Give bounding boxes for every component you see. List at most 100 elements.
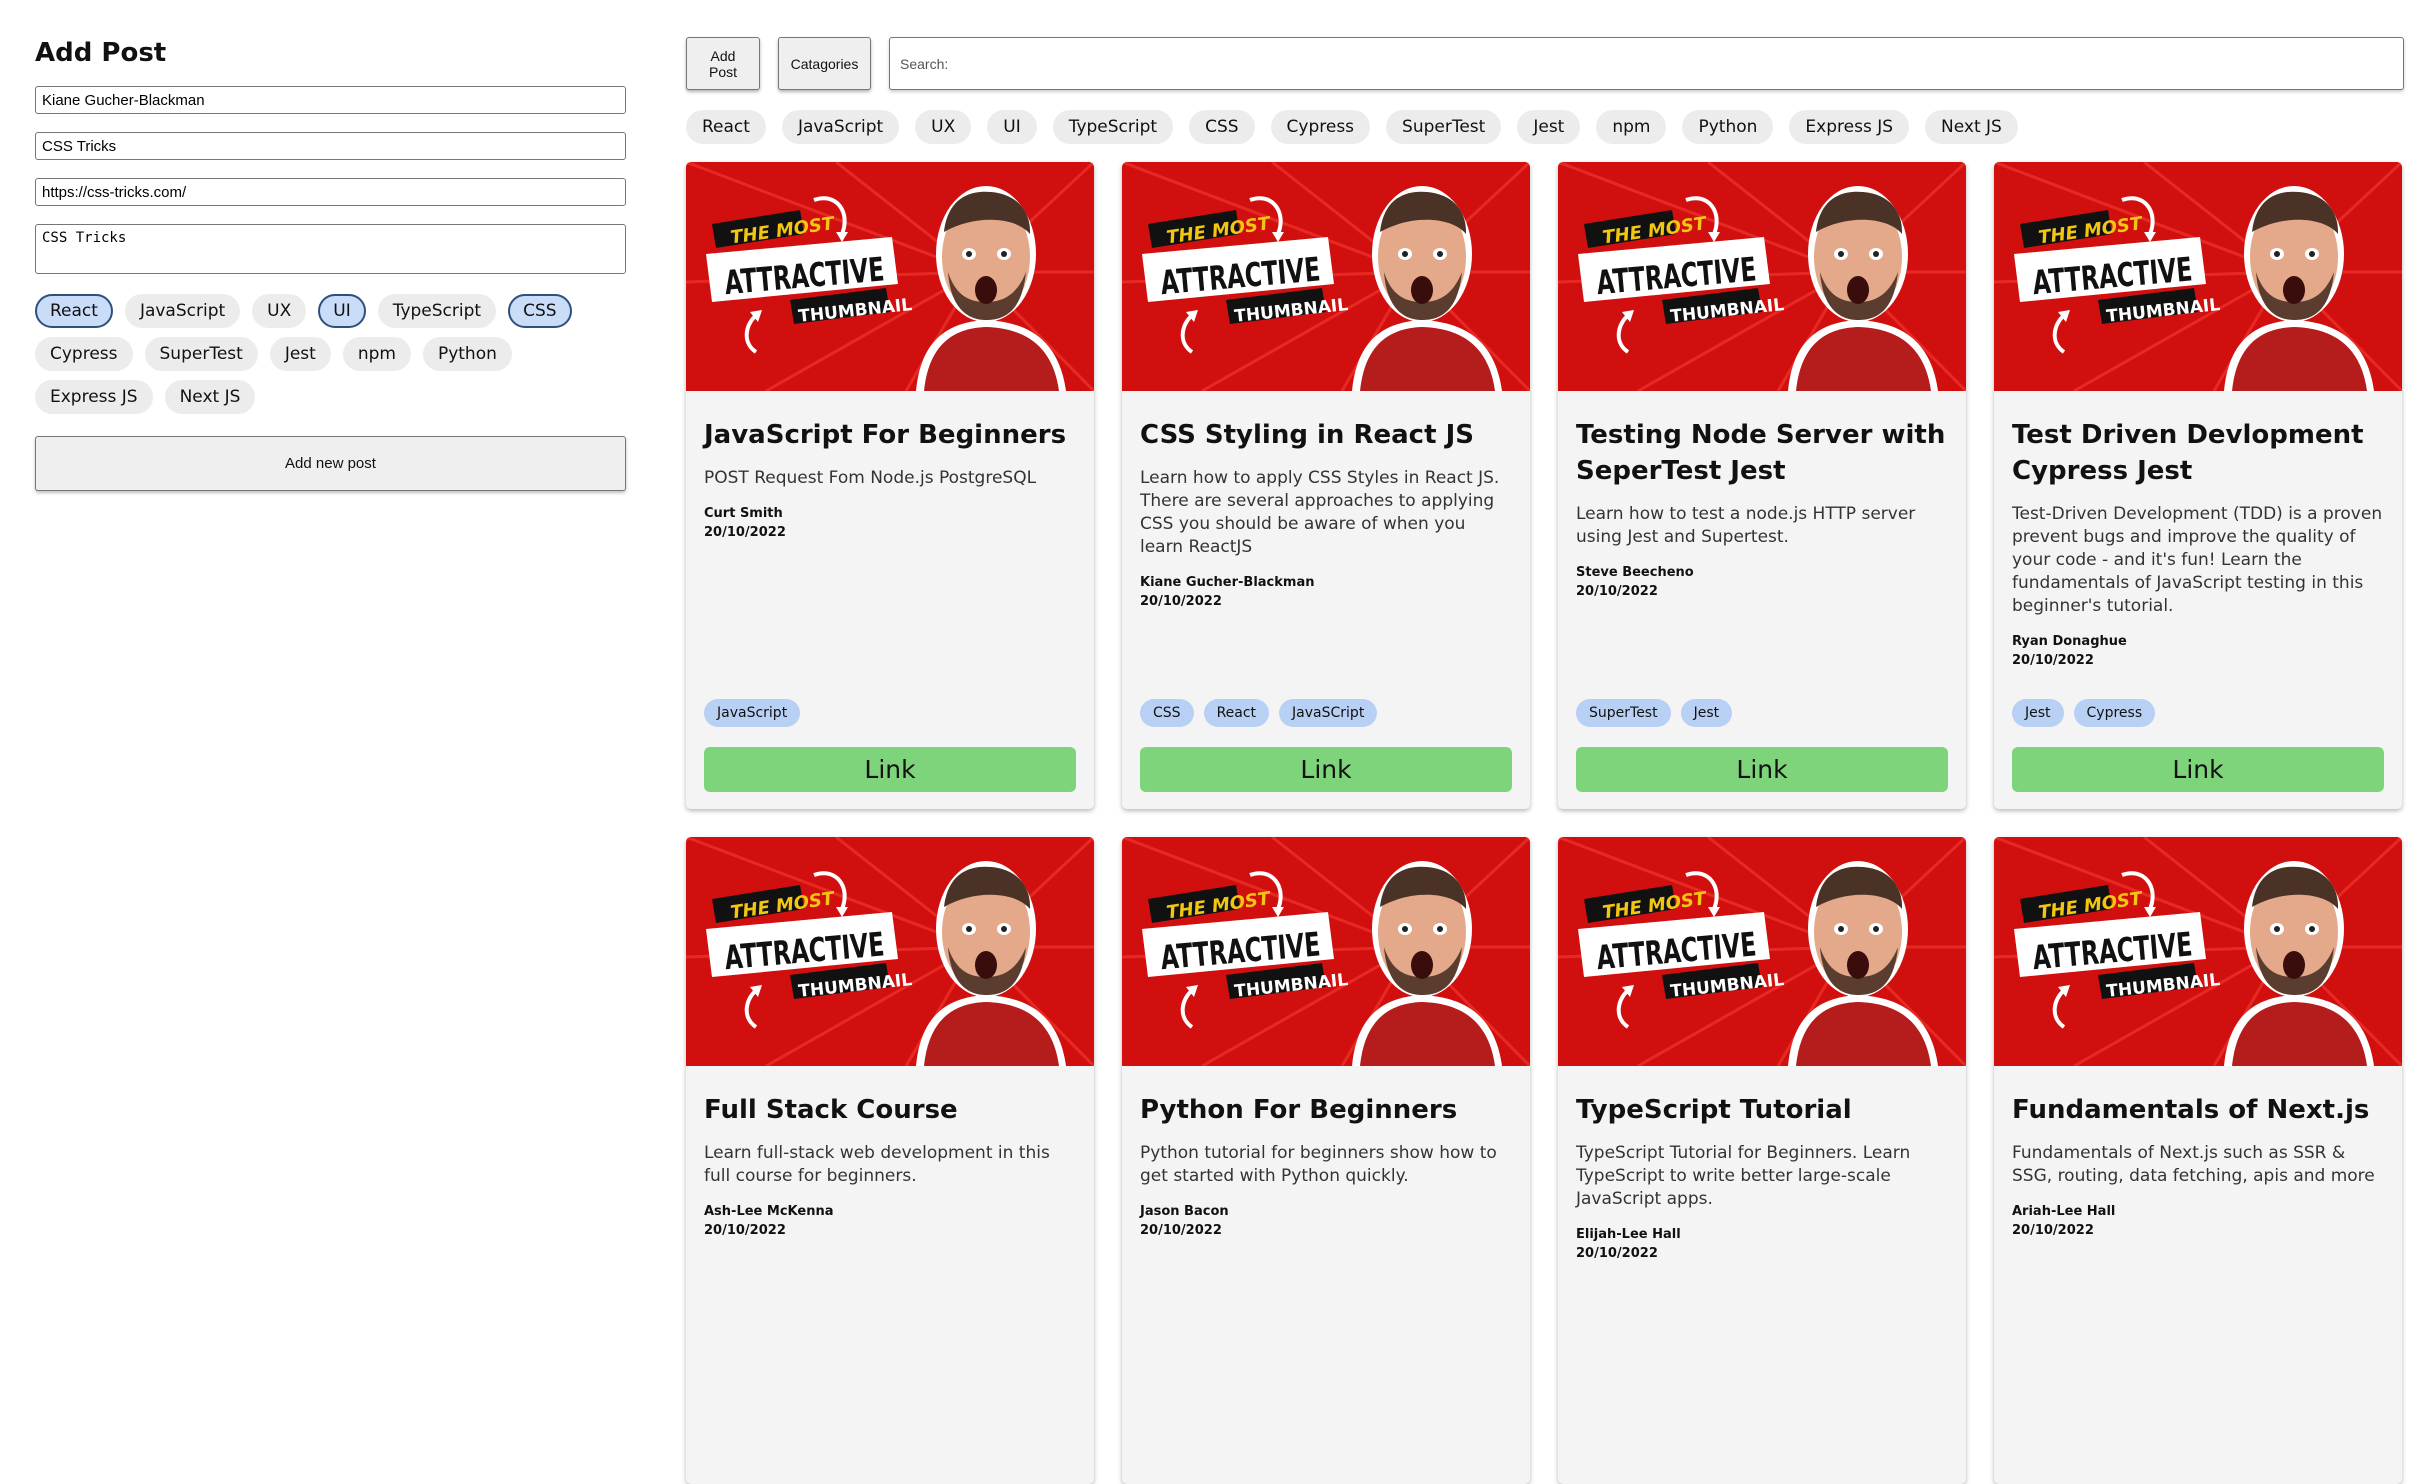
card-tag[interactable]: SuperTest bbox=[1576, 699, 1671, 727]
filter-tag-supertest[interactable]: SuperTest bbox=[1386, 110, 1502, 144]
form-tag-ux[interactable]: UX bbox=[252, 294, 307, 328]
add-new-post-button[interactable]: Add new post bbox=[35, 436, 626, 491]
form-tag-cypress[interactable]: Cypress bbox=[35, 337, 133, 371]
form-tag-typescript[interactable]: TypeScript bbox=[377, 294, 497, 328]
card-description: Test-Driven Development (TDD) is a prove… bbox=[2012, 504, 2383, 616]
card-description: Learn full-stack web development in this… bbox=[704, 1143, 1050, 1186]
post-card: THE MOST ATTRACTIVE THUMBNAIL Test Drive… bbox=[1994, 162, 2402, 809]
card-body: Testing Node Server with SeperTest Jest L… bbox=[1558, 417, 1966, 601]
form-tag-express-js[interactable]: Express JS bbox=[35, 380, 153, 414]
card-author: Jason Bacon bbox=[1140, 1204, 1229, 1219]
card-description: Fundamentals of Next.js such as SSR & SS… bbox=[2012, 1143, 2375, 1186]
filter-tag-react[interactable]: React bbox=[686, 110, 766, 144]
card-body: TypeScript Tutorial TypeScript Tutorial f… bbox=[1558, 1092, 1966, 1263]
card-tag[interactable]: JavaScript bbox=[704, 699, 801, 727]
card-description: TypeScript Tutorial for Beginners. Learn… bbox=[1576, 1143, 1911, 1209]
filter-tag-ui[interactable]: UI bbox=[987, 110, 1037, 144]
card-title: CSS Styling in React JS bbox=[1140, 420, 1474, 450]
filter-tag-npm[interactable]: npm bbox=[1596, 110, 1667, 144]
filter-tag-python[interactable]: Python bbox=[1682, 110, 1774, 144]
form-tag-javascript[interactable]: JavaScript bbox=[124, 294, 241, 328]
categories-button[interactable]: Catagories bbox=[778, 37, 871, 90]
filter-tag-javascript[interactable]: JavaScript bbox=[781, 110, 900, 144]
card-author: Steve Beecheno bbox=[1576, 565, 1694, 580]
card-tag[interactable]: Jest bbox=[1680, 699, 1733, 727]
filter-tag-cypress[interactable]: Cypress bbox=[1270, 110, 1371, 144]
card-date: 20/10/2022 bbox=[704, 1223, 786, 1238]
post-card: THE MOST ATTRACTIVE THUMBNAIL JavaScript… bbox=[686, 162, 1094, 809]
filter-tag-express-js[interactable]: Express JS bbox=[1789, 110, 1910, 144]
card-tag[interactable]: CSS bbox=[1140, 699, 1194, 727]
form-tag-react[interactable]: React bbox=[35, 294, 113, 328]
card-date: 20/10/2022 bbox=[1576, 1246, 1658, 1261]
thumbnail-image: THE MOST ATTRACTIVE THUMBNAIL bbox=[1994, 837, 2402, 1066]
search-input[interactable] bbox=[889, 37, 2404, 90]
card-date: 20/10/2022 bbox=[1576, 584, 1658, 599]
card-link-button[interactable]: Link bbox=[1576, 747, 1948, 792]
card-author: Ariah-Lee Hall bbox=[2012, 1204, 2116, 1219]
thumbnail-image: THE MOST ATTRACTIVE THUMBNAIL bbox=[1122, 162, 1530, 391]
filter-tag-css[interactable]: CSS bbox=[1189, 110, 1255, 144]
card-author: Kiane Gucher-Blackman bbox=[1140, 575, 1315, 590]
card-title: Fundamentals of Next.js bbox=[2012, 1095, 2370, 1125]
card-body: Full Stack Course Learn full-stack web de… bbox=[686, 1092, 1094, 1240]
form-tag-css[interactable]: CSS bbox=[508, 294, 572, 328]
card-description: Learn how to apply CSS Styles in React J… bbox=[1140, 468, 1500, 557]
card-title: Python For Beginners bbox=[1140, 1095, 1458, 1125]
card-body: Python For Beginners Python tutorial for … bbox=[1122, 1092, 1530, 1240]
card-link-button[interactable]: Link bbox=[2012, 747, 2384, 792]
add-post-heading: Add Post bbox=[35, 38, 167, 68]
card-tag-list: JavaScript bbox=[704, 699, 801, 727]
card-tag[interactable]: Cypress bbox=[2073, 699, 2156, 727]
card-date: 20/10/2022 bbox=[1140, 1223, 1222, 1238]
post-title-input[interactable] bbox=[35, 132, 626, 160]
thumbnail-image: THE MOST ATTRACTIVE THUMBNAIL bbox=[686, 837, 1094, 1066]
form-tag-python[interactable]: Python bbox=[422, 337, 512, 371]
description-textarea[interactable]: CSS Tricks bbox=[35, 224, 626, 274]
card-tag-list: SuperTest Jest bbox=[1576, 699, 1733, 727]
thumbnail-image: THE MOST ATTRACTIVE THUMBNAIL bbox=[1994, 162, 2402, 391]
url-input[interactable] bbox=[35, 178, 626, 206]
card-tag[interactable]: Jest bbox=[2012, 699, 2064, 727]
filter-tag-ux[interactable]: UX bbox=[915, 110, 972, 144]
filter-tag-typescript[interactable]: TypeScript bbox=[1052, 110, 1174, 144]
form-tag-ui[interactable]: UI bbox=[318, 294, 366, 328]
add-post-label-line2: Post bbox=[708, 63, 737, 80]
form-tag-npm[interactable]: npm bbox=[342, 337, 411, 371]
card-link-button[interactable]: Link bbox=[1140, 747, 1512, 792]
form-tag-next-js[interactable]: Next JS bbox=[164, 380, 256, 414]
card-title: Test Driven Devlopment Cypress Jest bbox=[2012, 420, 2364, 486]
card-date: 20/10/2022 bbox=[1140, 594, 1222, 609]
card-date: 20/10/2022 bbox=[2012, 1223, 2094, 1238]
thumbnail-image: THE MOST ATTRACTIVE THUMBNAIL bbox=[1122, 837, 1530, 1066]
author-input[interactable] bbox=[35, 86, 626, 114]
card-description: Learn how to test a node.js HTTP server … bbox=[1576, 504, 1916, 547]
card-date: 20/10/2022 bbox=[704, 525, 786, 540]
post-card: THE MOST ATTRACTIVE THUMBNAIL Python For… bbox=[1122, 837, 1530, 1484]
card-body: JavaScript For Beginners POST Request Fom… bbox=[686, 417, 1094, 542]
form-tag-list: React JavaScript UX UI TypeScript CSS Cypress S… bbox=[35, 294, 626, 414]
form-tag-supertest[interactable]: SuperTest bbox=[144, 337, 258, 371]
thumbnail-image: THE MOST ATTRACTIVE THUMBNAIL bbox=[1558, 162, 1966, 391]
card-author: Curt Smith bbox=[704, 506, 783, 521]
post-card: THE MOST ATTRACTIVE THUMBNAIL Testing No… bbox=[1558, 162, 1966, 809]
filter-tag-bar: React JavaScript UX UI TypeScript CSS Cypress S… bbox=[686, 110, 2018, 144]
add-post-label-line1: Add bbox=[710, 47, 736, 64]
post-grid: THE MOST ATTRACTIVE THUMBNAIL JavaScript… bbox=[686, 162, 2402, 1484]
card-tag[interactable]: JavaSCript bbox=[1279, 699, 1378, 727]
post-card: THE MOST ATTRACTIVE THUMBNAIL TypeScript… bbox=[1558, 837, 1966, 1484]
filter-tag-next-js[interactable]: Next JS bbox=[1925, 110, 2018, 144]
card-author: Ash-Lee McKenna bbox=[704, 1204, 834, 1219]
post-card: THE MOST ATTRACTIVE THUMBNAIL Fundamenta… bbox=[1994, 837, 2402, 1484]
card-tag-list: CSS React JavaSCript bbox=[1140, 699, 1378, 727]
card-body: Test Driven Devlopment Cypress Jest Test-… bbox=[1994, 417, 2402, 670]
card-link-button[interactable]: Link bbox=[704, 747, 1076, 792]
filter-tag-jest[interactable]: Jest bbox=[1517, 110, 1581, 144]
card-body: Fundamentals of Next.js Fundamentals of N… bbox=[1994, 1092, 2402, 1240]
add-post-button[interactable]: Add Post bbox=[686, 37, 760, 90]
card-title: Full Stack Course bbox=[704, 1095, 958, 1125]
card-description: POST Request Fom Node.js PostgreSQL bbox=[704, 468, 1037, 488]
card-tag[interactable]: React bbox=[1203, 699, 1270, 727]
add-post-panel: Add Post CSS Tricks React JavaScript UX UI T… bbox=[35, 38, 626, 491]
form-tag-jest[interactable]: Jest bbox=[269, 337, 331, 371]
